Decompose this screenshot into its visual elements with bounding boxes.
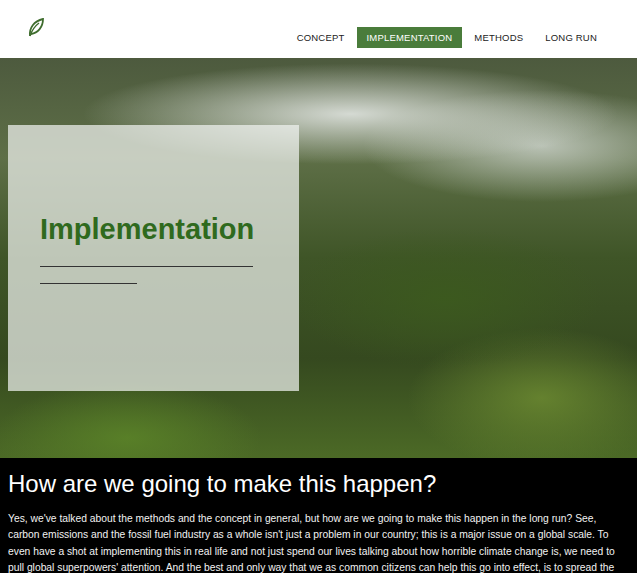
page: CONCEPTIMPLEMENTATIONMETHODSLONG RUN Impl… [0, 0, 637, 573]
logo[interactable] [26, 16, 46, 38]
hero-photo: Implementation [0, 58, 637, 458]
divider [40, 283, 137, 284]
hero-title: Implementation [40, 212, 267, 247]
nav: CONCEPTIMPLEMENTATIONMETHODSLONG RUN [287, 27, 607, 48]
header: CONCEPTIMPLEMENTATIONMETHODSLONG RUN [0, 0, 637, 58]
section-heading: How are we going to make this happen? [8, 470, 629, 499]
content-section: How are we going to make this happen? Yes… [0, 458, 637, 573]
nav-item[interactable]: CONCEPT [287, 27, 355, 48]
leaf-icon [26, 16, 46, 38]
nav-item[interactable]: LONG RUN [535, 27, 607, 48]
nav-item[interactable]: IMPLEMENTATION [357, 27, 463, 48]
nav-item[interactable]: METHODS [464, 27, 533, 48]
divider [40, 266, 253, 267]
hero-card: Implementation [8, 125, 299, 391]
section-body: Yes, we've talked about the methods and … [8, 511, 629, 573]
